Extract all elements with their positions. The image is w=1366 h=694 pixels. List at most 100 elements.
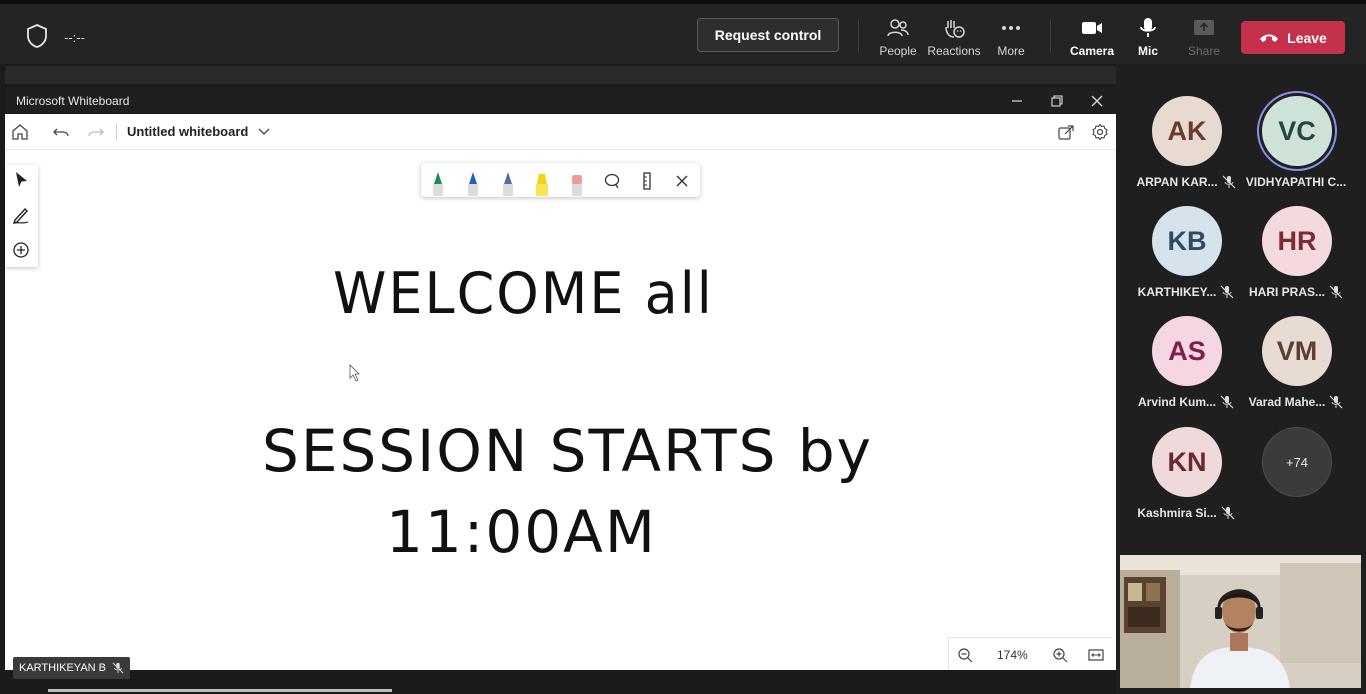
reactions-label: Reactions [927, 44, 981, 58]
participant-name-row: KARTHIKEY... [1131, 285, 1241, 299]
more-button[interactable]: More [981, 16, 1041, 60]
share-button[interactable]: Share [1174, 16, 1234, 60]
mic-off-icon [1220, 395, 1234, 409]
mic-off-icon [1329, 395, 1343, 409]
people-label: People [879, 44, 917, 58]
camera-icon [1082, 22, 1102, 34]
share-label: Share [1187, 44, 1221, 58]
avatar: VM [1262, 316, 1332, 386]
inking-pen-icon[interactable] [11, 205, 31, 225]
mic-off-icon [1222, 175, 1235, 189]
avatar: KN [1152, 427, 1222, 497]
presenter-name-tag: KARTHIKEYAN B [13, 657, 131, 679]
window-title: Microsoft Whiteboard [16, 94, 130, 108]
mic-off-icon [112, 662, 124, 674]
participant-name: Arvind Kum... [1137, 395, 1216, 409]
participant-tile[interactable]: VC VIDHYAPATHI C... [1241, 96, 1351, 206]
meeting-timer: --:-- [64, 30, 85, 45]
green-pen-icon[interactable] [430, 170, 446, 196]
participant-tile[interactable]: AK ARPAN KAR... [1131, 96, 1241, 206]
people-button[interactable]: People [868, 16, 928, 60]
participant-name-row: Varad Mahe... [1241, 395, 1351, 409]
add-icon[interactable] [11, 240, 31, 260]
highlighter-icon[interactable] [534, 170, 550, 196]
participant-name: VIDHYAPATHI C... [1245, 175, 1347, 189]
redo-icon[interactable] [87, 123, 105, 141]
share-icon[interactable] [1057, 123, 1075, 141]
participant-name-row: ARPAN KAR... [1131, 175, 1241, 189]
more-icon [1002, 26, 1020, 30]
avatar: AK [1152, 96, 1222, 166]
galaxy-pen-icon[interactable] [500, 170, 516, 196]
mic-off-icon [1329, 285, 1343, 299]
ink-text-session[interactable]: SESSION STARTS by [262, 417, 873, 485]
presenter-name: KARTHIKEYAN B [19, 662, 107, 674]
home-icon[interactable] [11, 123, 29, 141]
participant-tile[interactable]: VM Varad Mahe... [1241, 316, 1351, 426]
more-label: More [997, 44, 1025, 58]
lasso-select-icon[interactable] [604, 172, 620, 190]
self-video-feed[interactable] [1120, 555, 1361, 688]
avatar: VC [1262, 96, 1332, 166]
pen-tray [421, 163, 700, 197]
participant-tile[interactable]: KB KARTHIKEY... [1131, 206, 1241, 316]
meeting-toolbar: --:-- Request control People Reactions M… [0, 0, 1366, 64]
whiteboard-window-titlebar: Microsoft Whiteboard [5, 88, 1116, 114]
select-pointer-icon[interactable] [11, 170, 31, 190]
close-tray-icon[interactable] [674, 172, 690, 190]
zoom-out-icon[interactable] [957, 647, 973, 663]
scroll-indicator [48, 689, 392, 692]
participant-tile[interactable]: AS Arvind Kum... [1131, 316, 1241, 426]
leave-label: Leave [1287, 29, 1327, 46]
participant-name-row: Kashmira Si... [1131, 506, 1241, 520]
request-control-button[interactable]: Request control [697, 18, 839, 52]
whiteboard-toolbar: Untitled whiteboard [5, 114, 1116, 150]
camera-label: Camera [1069, 44, 1115, 58]
shield-icon[interactable] [26, 24, 48, 48]
participant-tile[interactable]: HR HARI PRAS... [1241, 206, 1351, 316]
fit-to-screen-icon[interactable] [1088, 647, 1104, 663]
ink-text-time[interactable]: 11:00AM [386, 498, 657, 566]
participant-name-row: VIDHYAPATHI C... [1241, 175, 1351, 189]
ruler-icon[interactable] [639, 172, 655, 190]
zoom-level: 174% [997, 648, 1028, 662]
undo-icon[interactable] [52, 123, 70, 141]
leave-button[interactable]: Leave [1241, 21, 1345, 54]
participant-tile[interactable]: KN Kashmira Si... [1131, 427, 1241, 537]
close-window-icon[interactable] [1088, 92, 1106, 110]
participant-name: KARTHIKEY... [1137, 285, 1217, 299]
share-tray-icon [1194, 20, 1214, 35]
participant-name: ARPAN KAR... [1136, 175, 1218, 189]
participant-name-row: HARI PRAS... [1241, 285, 1351, 299]
mic-off-icon [1220, 285, 1234, 299]
reactions-button[interactable]: Reactions [924, 16, 984, 60]
ink-text-welcome[interactable]: WELCOME all [333, 260, 714, 326]
more-participants-tile[interactable]: +74 [1241, 427, 1351, 537]
hangup-icon [1260, 34, 1279, 42]
settings-gear-icon[interactable] [1091, 123, 1109, 141]
mic-button[interactable]: Mic [1118, 16, 1178, 60]
blue-pen-icon[interactable] [465, 170, 481, 196]
avatar: HR [1262, 206, 1332, 276]
toolbar-divider [858, 20, 859, 52]
camera-button[interactable]: Camera [1062, 16, 1122, 60]
left-tool-palette [5, 165, 38, 267]
board-name-dropdown[interactable]: Untitled whiteboard [127, 124, 270, 139]
more-participants-count: +74 [1262, 427, 1332, 497]
participant-name: Kashmira Si... [1137, 506, 1217, 520]
eraser-icon[interactable] [569, 170, 585, 196]
minimize-icon[interactable] [1008, 92, 1026, 110]
mic-icon [1140, 18, 1156, 37]
zoom-in-icon[interactable] [1052, 647, 1068, 663]
mic-off-icon [1221, 506, 1235, 520]
avatar: KB [1152, 206, 1222, 276]
zoom-controls: 174% [948, 637, 1112, 671]
people-icon [887, 19, 909, 37]
participant-name: HARI PRAS... [1248, 285, 1325, 299]
toolbar-divider [1050, 20, 1051, 52]
mic-label: Mic [1137, 44, 1158, 58]
participant-name-row: Arvind Kum... [1131, 395, 1241, 409]
mouse-pointer-icon [349, 364, 360, 382]
whiteboard-canvas[interactable] [5, 150, 1116, 670]
restore-icon[interactable] [1048, 92, 1066, 110]
